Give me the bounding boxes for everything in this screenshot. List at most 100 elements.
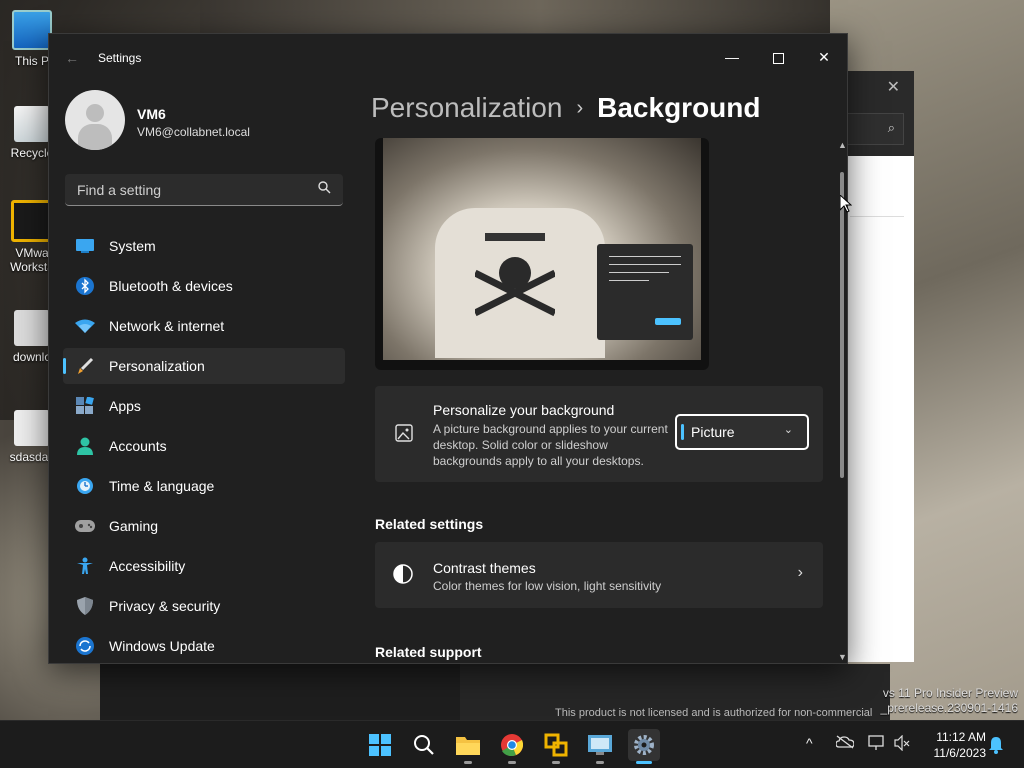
sidebar-item-privacy-security[interactable]: Privacy & security xyxy=(63,588,345,624)
onedrive-icon[interactable] xyxy=(836,735,854,749)
chevron-right-icon: › xyxy=(797,564,803,581)
card-description: Color themes for low vision, light sensi… xyxy=(433,579,662,593)
gamepad-icon xyxy=(75,516,95,536)
wifi-icon xyxy=(75,316,95,336)
background-window[interactable]: ✕ ⌕ xyxy=(838,71,914,662)
section-heading-related-support: Related support xyxy=(375,644,482,660)
scroll-down-icon[interactable]: ▼ xyxy=(838,652,847,662)
breadcrumb: Personalization › Background xyxy=(371,92,760,124)
avatar[interactable] xyxy=(65,90,125,150)
notification-bell-icon[interactable] xyxy=(988,736,1004,754)
gear-icon xyxy=(634,735,654,755)
taskbar-settings[interactable] xyxy=(628,729,660,764)
account-name: VM6 xyxy=(137,106,166,122)
update-icon xyxy=(75,636,95,656)
start-button[interactable] xyxy=(364,729,396,761)
close-button[interactable]: ✕ xyxy=(801,42,847,72)
taskbar: ^ 11:12 AM 11/6/2023 xyxy=(0,720,1024,768)
close-icon[interactable]: ✕ xyxy=(887,77,900,97)
contrast-themes-card[interactable]: Contrast themes Color themes for low vis… xyxy=(375,542,823,608)
chevron-down-icon: ⌄ xyxy=(783,424,793,436)
scroll-up-icon[interactable]: ▲ xyxy=(838,140,847,150)
sidebar-item-label: Windows Update xyxy=(109,638,215,654)
title-bar[interactable]: ← Settings — ✕ xyxy=(49,34,847,82)
search-icon: ⌕ xyxy=(887,120,895,135)
taskbar-control-panel[interactable] xyxy=(584,729,616,764)
monitor-icon xyxy=(12,10,52,50)
sidebar-item-personalization[interactable]: Personalization xyxy=(63,348,345,384)
scrollbar[interactable]: ▲ ▼ xyxy=(837,140,847,662)
card-title: Contrast themes xyxy=(433,560,536,576)
vmware-icon xyxy=(11,200,53,242)
mouse-cursor-icon xyxy=(840,195,852,213)
sidebar-item-accessibility[interactable]: Accessibility xyxy=(63,548,345,584)
settings-window[interactable]: ← Settings — ✕ VM6 VM6@collabnet.local S… xyxy=(48,33,848,664)
taskbar-vmware[interactable] xyxy=(540,729,572,764)
preview-window-thumbnail xyxy=(597,244,693,340)
desktop-icon-label: downlo xyxy=(12,350,52,364)
image-file-icon xyxy=(14,310,50,346)
scrollbar-thumb[interactable] xyxy=(840,172,844,478)
sidebar-item-label: Privacy & security xyxy=(109,598,221,614)
sidebar-item-label: Personalization xyxy=(109,358,205,374)
person-icon xyxy=(75,436,95,456)
sidebar-item-time-language[interactable]: Time & language xyxy=(63,468,345,504)
sidebar-nav: System Bluetooth & devices Network & int… xyxy=(63,228,345,663)
sidebar-item-accounts[interactable]: Accounts xyxy=(63,428,345,464)
sidebar-item-label: Accessibility xyxy=(109,558,186,574)
sidebar-item-label: Apps xyxy=(109,398,141,414)
contrast-icon xyxy=(393,564,413,589)
taskbar-file-explorer[interactable] xyxy=(452,729,484,764)
personalize-background-card: Personalize your background A picture ba… xyxy=(375,386,823,482)
sidebar-item-label: System xyxy=(109,238,156,254)
volume-muted-icon[interactable] xyxy=(894,735,910,751)
sidebar-item-bluetooth[interactable]: Bluetooth & devices xyxy=(63,268,345,304)
license-text: This product is not licensed and is auth… xyxy=(555,707,873,719)
clock-time: 11:12 AM xyxy=(936,730,986,744)
sidebar-item-network[interactable]: Network & internet xyxy=(63,308,345,344)
search-icon xyxy=(414,735,434,755)
monitor-icon xyxy=(75,236,95,256)
chrome-icon xyxy=(501,734,523,756)
page-title: Background xyxy=(597,92,761,123)
network-icon[interactable] xyxy=(868,735,886,751)
maximize-button[interactable] xyxy=(755,42,801,72)
watermark-line: _prerelease.230901-1416 xyxy=(880,701,1018,715)
search-input[interactable] xyxy=(75,181,309,199)
section-heading-related-settings: Related settings xyxy=(375,516,484,532)
os-watermark: vs 11 Pro Insider Preview _prerelease.23… xyxy=(881,686,1018,716)
maximize-icon xyxy=(772,52,784,64)
search-icon[interactable] xyxy=(318,181,331,197)
back-arrow-icon[interactable]: ← xyxy=(65,50,79,66)
taskbar-chrome[interactable] xyxy=(496,729,528,764)
sidebar-item-label: Bluetooth & devices xyxy=(109,278,233,294)
sidebar-item-gaming[interactable]: Gaming xyxy=(63,508,345,544)
desktop-icon-label: This P xyxy=(14,54,49,68)
breadcrumb-parent[interactable]: Personalization xyxy=(371,92,562,123)
sidebar-item-label: Gaming xyxy=(109,518,159,534)
brush-icon xyxy=(75,356,95,376)
background-window-titlebar: ✕ ⌕ xyxy=(838,71,914,156)
search-box[interactable] xyxy=(65,174,343,206)
folder-icon xyxy=(456,737,480,755)
background-type-dropdown[interactable]: Picture ⌄ xyxy=(675,414,809,450)
chevron-right-icon: › xyxy=(576,97,584,119)
image-file-icon xyxy=(14,410,50,446)
desktop-icon-label: Recycle xyxy=(10,146,54,160)
search-button[interactable] xyxy=(408,729,440,761)
watermark-line: vs 11 Pro Insider Preview xyxy=(882,686,1018,700)
card-title: Personalize your background xyxy=(433,402,615,418)
card-description: A picture background applies to your cur… xyxy=(433,422,668,468)
account-email: VM6@collabnet.local xyxy=(137,125,250,139)
accessibility-icon xyxy=(75,556,95,576)
tray-overflow-icon[interactable]: ^ xyxy=(806,735,813,751)
sidebar-item-system[interactable]: System xyxy=(63,228,345,264)
dropdown-value: Picture xyxy=(691,424,735,440)
system-clock[interactable]: 11:12 AM 11/6/2023 xyxy=(920,729,987,761)
sidebar-item-apps[interactable]: Apps xyxy=(63,388,345,424)
background-window-content xyxy=(838,156,914,662)
minimize-button[interactable]: — xyxy=(709,42,755,72)
sidebar-item-label: Time & language xyxy=(109,478,215,494)
globe-clock-icon xyxy=(75,476,95,496)
sidebar-item-windows-update[interactable]: Windows Update xyxy=(63,628,345,663)
